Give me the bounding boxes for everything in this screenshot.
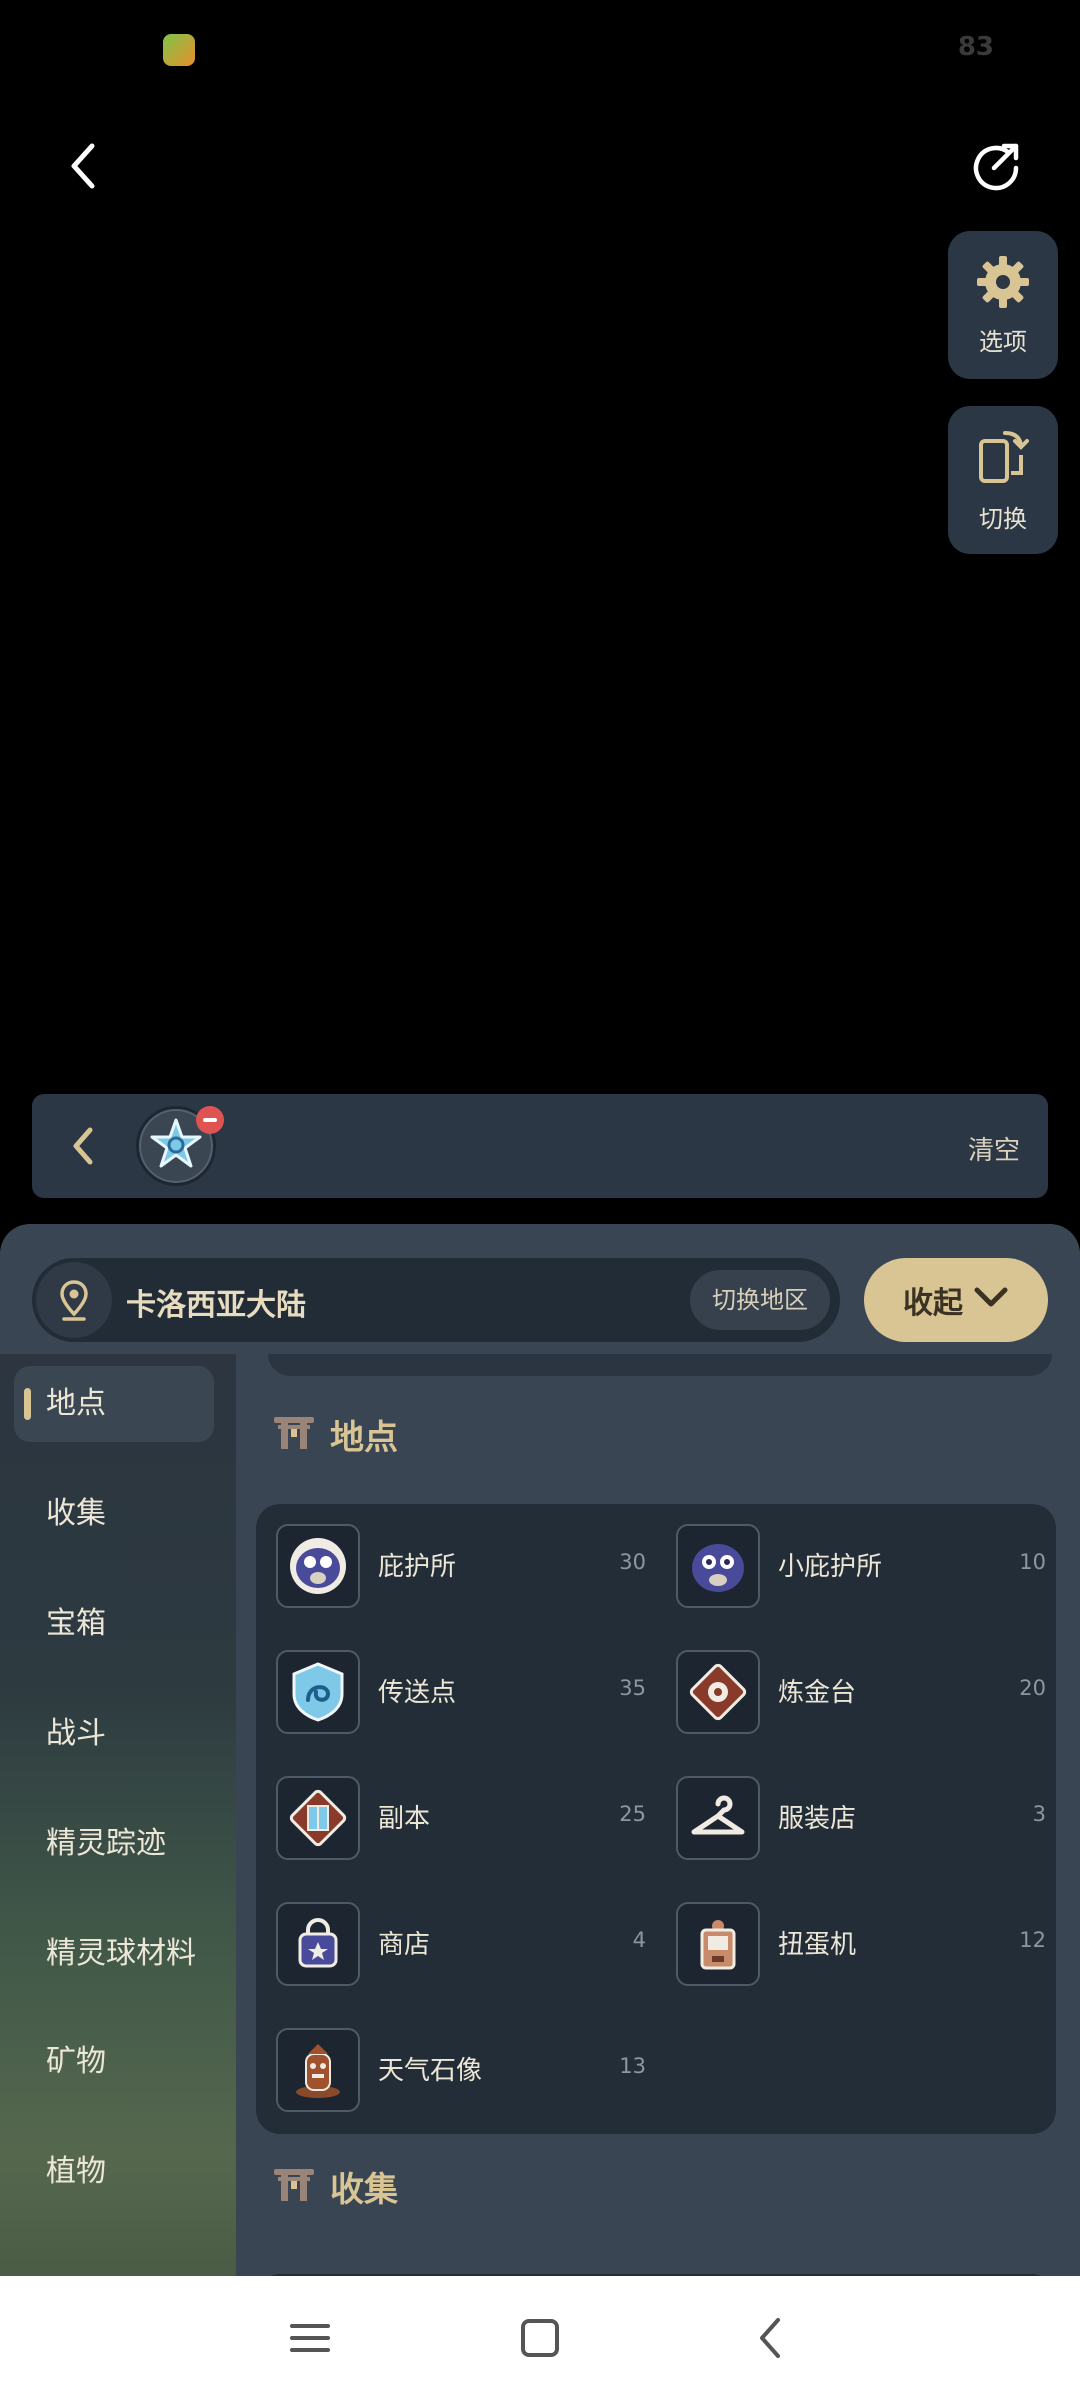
nav-item-plants[interactable]: 植物 [14,2134,214,2210]
location-count: 30 [619,1550,646,1574]
chevron-left-icon[interactable] [64,1122,104,1170]
gear-icon [975,254,1031,314]
location-name: 传送点 [378,1678,457,1708]
weather-statue-icon [276,2028,360,2112]
section-header-locations: 地点 [272,1410,398,1459]
battery-level: 83 [957,32,994,62]
location-item-shop[interactable]: 商店 4 [276,1902,656,1988]
location-name: 天气石像 [378,2056,483,2086]
location-count: 12 [1019,1928,1046,1952]
location-item-alchemy[interactable]: 炼金台 20 [676,1650,1056,1736]
previous-card-edge [268,1354,1052,1376]
status-bar: 83 [0,0,1080,100]
location-name: 庇护所 [378,1552,457,1582]
nav-item-collect[interactable]: 收集 [14,1476,214,1552]
location-name: 小庇护所 [778,1552,883,1582]
small-shelter-icon [676,1524,760,1608]
section-header-collect: 收集 [272,2162,398,2211]
location-item-gacha[interactable]: 扭蛋机 12 [676,1902,1056,1988]
location-item-shelter[interactable]: 庇护所 30 [276,1524,656,1610]
nav-item-chests[interactable]: 宝箱 [14,1586,214,1662]
switch-label: 切换 [979,504,1027,533]
dungeon-icon [276,1776,360,1860]
menu-icon[interactable] [280,2312,340,2364]
options-button[interactable]: 选项 [948,231,1058,379]
region-name: 卡洛西亚大陆 [126,1288,306,1323]
phone-rotate-icon [975,427,1031,491]
share-icon[interactable] [968,136,1024,196]
alchemy-icon [676,1650,760,1734]
location-count: 3 [1032,1802,1046,1826]
selected-filter-strip: 清空 [32,1094,1048,1198]
location-count: 35 [619,1676,646,1700]
location-name: 服装店 [778,1804,857,1834]
location-item-dungeon[interactable]: 副本 25 [276,1776,656,1862]
nav-item-ball-materials[interactable]: 精灵球材料 [14,1916,214,1992]
category-content: 地点 庇护所 30 小庇护所 10 传送点 35 炼金台 20 副本 25 服装… [236,1354,1080,2276]
location-item-weather-statue[interactable]: 天气石像 13 [276,2028,656,2114]
location-count: 13 [619,2054,646,2078]
nav-item-locations[interactable]: 地点 [14,1366,214,1442]
collapse-button[interactable]: 收起 [864,1258,1048,1342]
home-icon[interactable] [510,2312,570,2364]
section-title-collect: 收集 [330,2170,398,2210]
location-count: 25 [619,1802,646,1826]
section-title-locations: 地点 [330,1418,398,1458]
shelter-icon [276,1524,360,1608]
category-nav: 地点 收集 宝箱 战斗 精灵踪迹 精灵球材料 矿物 植物 [0,1354,236,2276]
switch-region-button[interactable]: 切换地区 [690,1270,830,1330]
switch-button[interactable]: 切换 [948,406,1058,554]
location-count: 4 [632,1928,646,1952]
shop-bag-icon [276,1902,360,1986]
teleport-icon [276,1650,360,1734]
hanger-icon [676,1776,760,1860]
nav-item-battle[interactable]: 战斗 [14,1696,214,1772]
chevron-down-icon [973,1283,1009,1318]
location-count: 10 [1019,1550,1046,1574]
gacha-icon [676,1902,760,1986]
nav-item-spirit-tracks[interactable]: 精灵踪迹 [14,1806,214,1882]
location-count: 20 [1019,1676,1046,1700]
location-name: 炼金台 [778,1678,857,1708]
remove-filter-icon[interactable] [196,1106,224,1134]
back-icon[interactable] [60,136,110,196]
location-name: 商店 [378,1930,431,1960]
torii-icon [272,1415,316,1455]
system-navigation-bar [0,2276,1080,2400]
locations-card: 庇护所 30 小庇护所 10 传送点 35 炼金台 20 副本 25 服装店 3… [256,1504,1056,2134]
bottom-sheet: 卡洛西亚大陆 切换地区 收起 地点 收集 宝箱 战斗 精灵踪迹 精灵球材料 矿物… [0,1224,1080,2276]
collapse-label: 收起 [903,1286,963,1321]
location-name: 扭蛋机 [778,1930,857,1960]
options-label: 选项 [979,327,1027,356]
location-pin-icon [36,1262,112,1338]
torii-icon [272,2167,316,2207]
star-icon [148,1116,204,1176]
clear-button[interactable]: 清空 [968,1130,1020,1167]
region-bar: 卡洛西亚大陆 切换地区 [32,1258,840,1342]
location-item-small-shelter[interactable]: 小庇护所 10 [676,1524,1056,1610]
location-item-teleport[interactable]: 传送点 35 [276,1650,656,1736]
app-notification-icon [163,34,195,66]
nav-item-minerals[interactable]: 矿物 [14,2024,214,2100]
back-nav-icon[interactable] [740,2312,800,2364]
location-item-clothing-store[interactable]: 服装店 3 [676,1776,1056,1862]
location-name: 副本 [378,1804,431,1834]
